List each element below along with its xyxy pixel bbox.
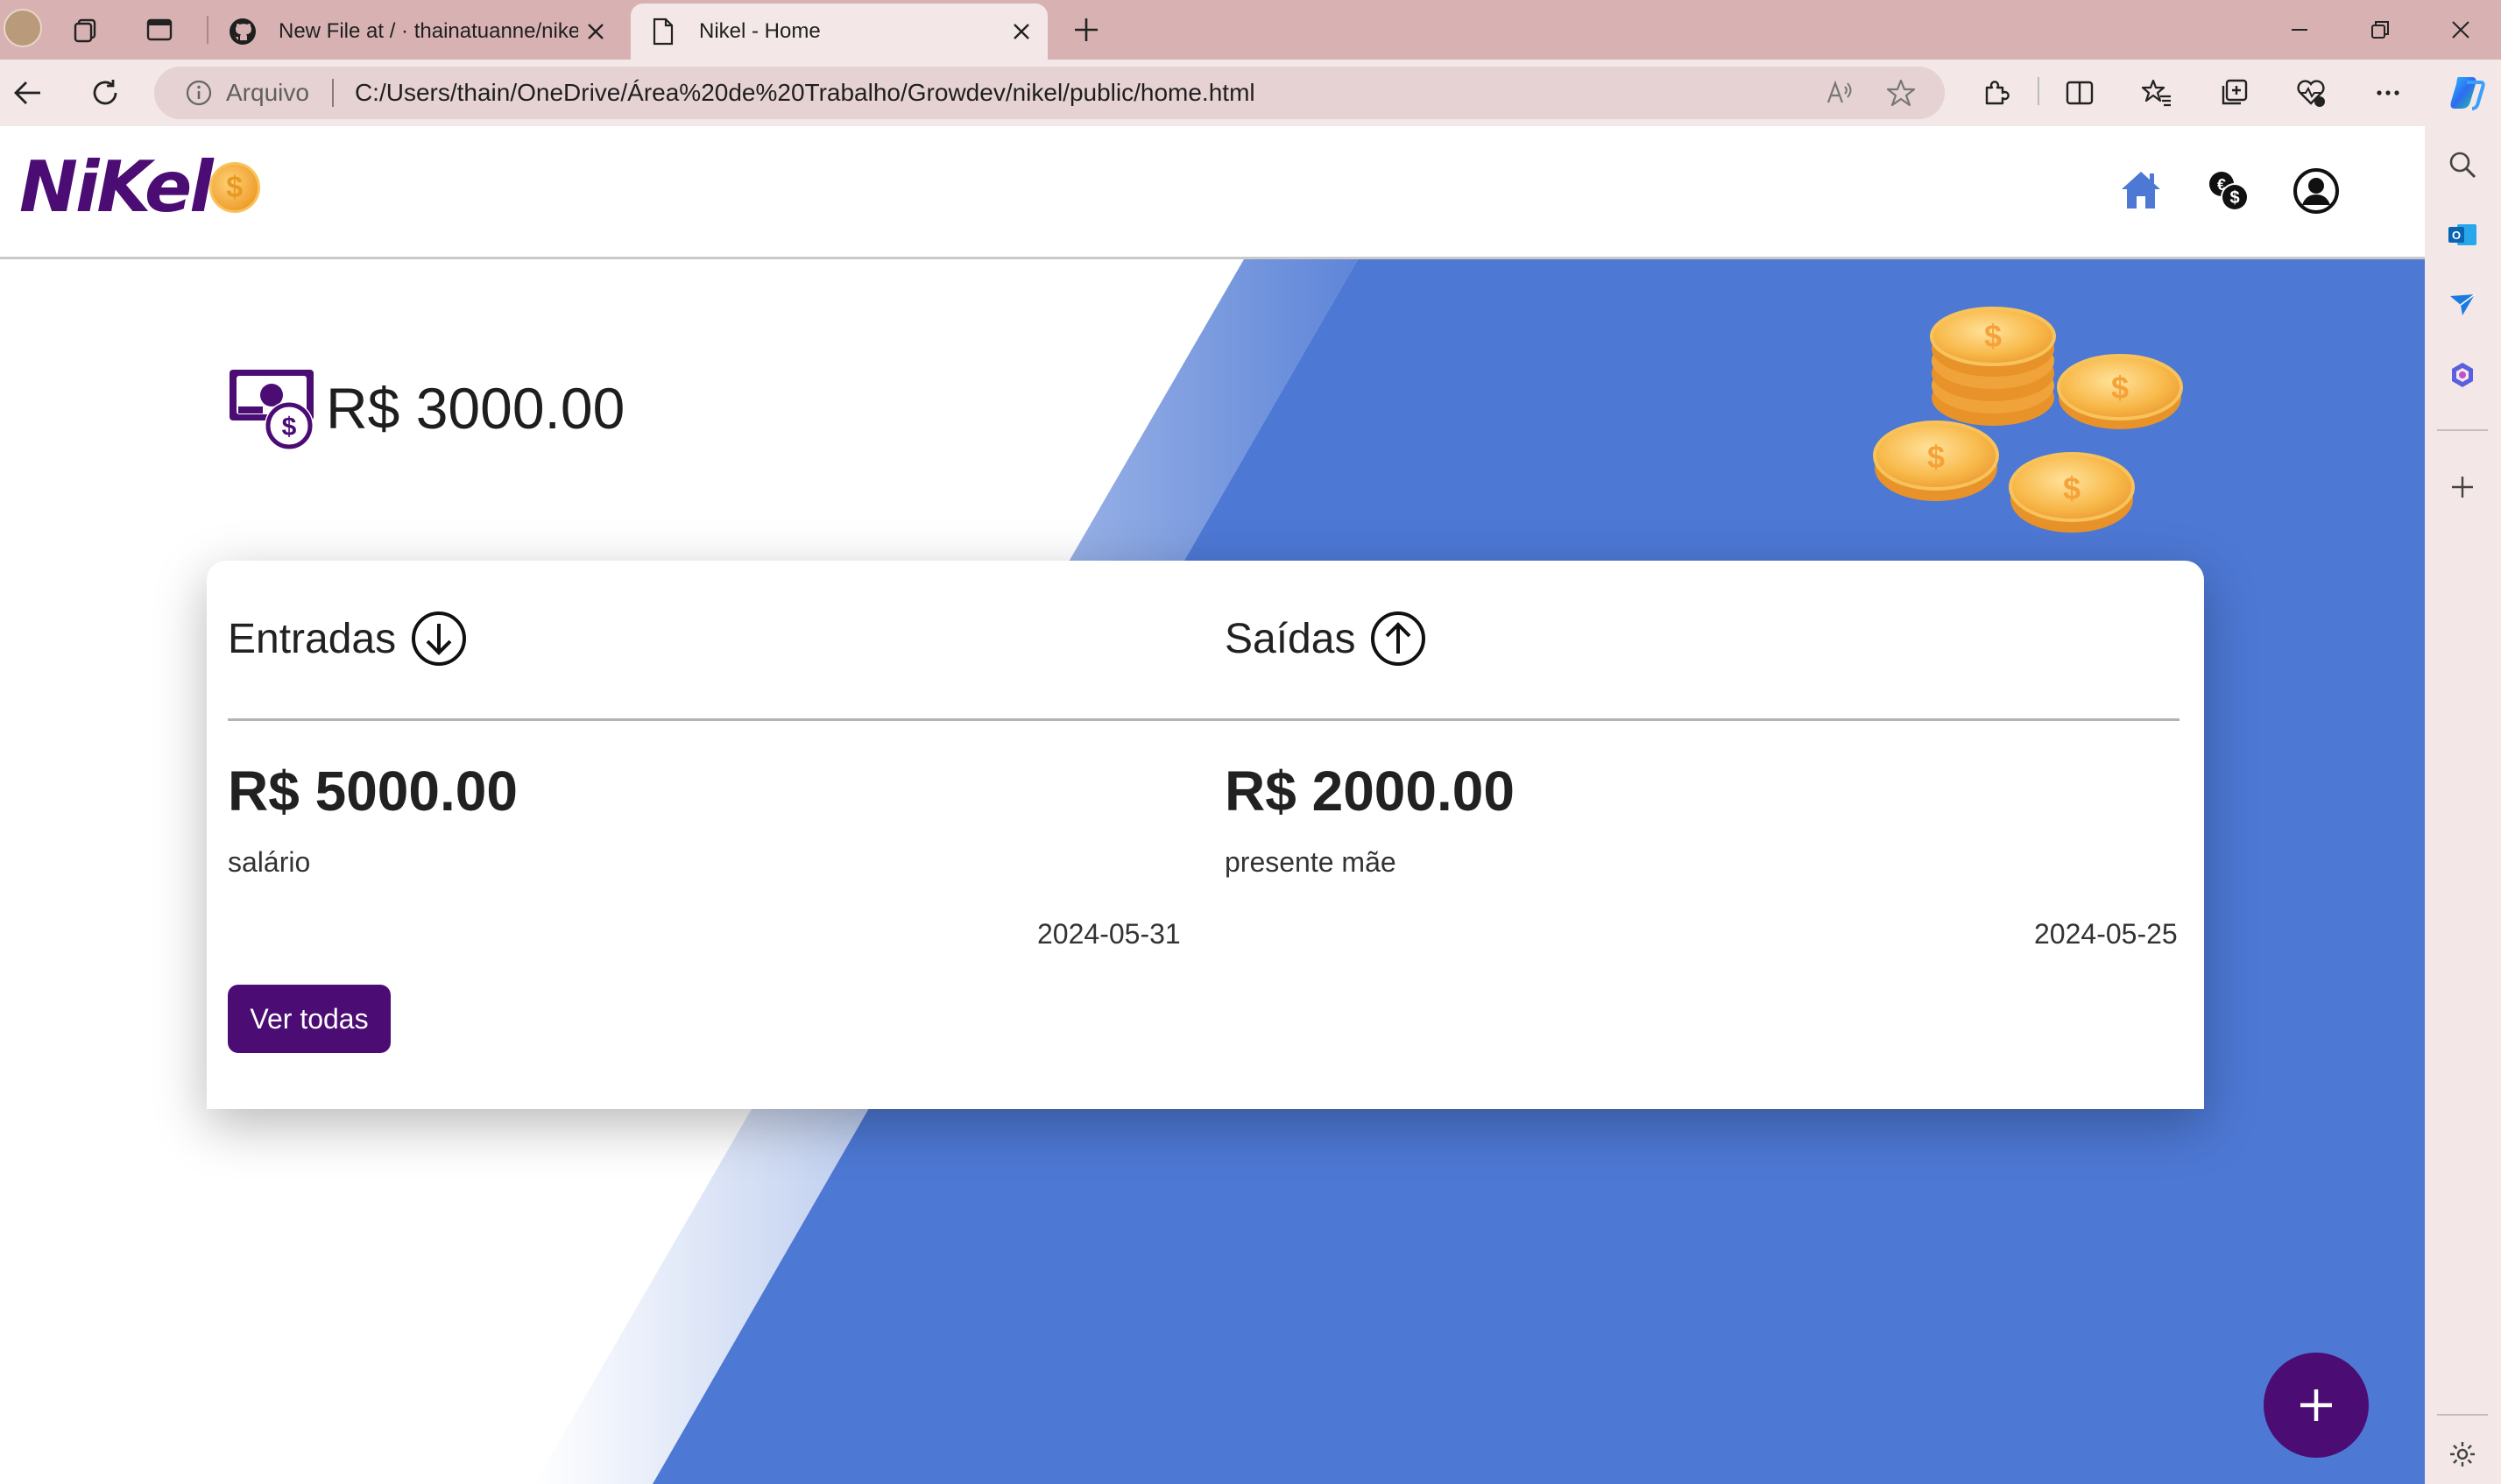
logo-text: NiKel (19, 146, 214, 228)
tab-nikel-home[interactable]: Nikel - Home (631, 4, 1048, 60)
browser-sidebar: O (2425, 126, 2501, 1484)
saidas-date: 2024-05-25 (2034, 918, 2178, 950)
profile-icon[interactable] (2288, 163, 2344, 219)
collections-icon[interactable] (2215, 74, 2253, 112)
nikel-logo[interactable]: NiKel $ (19, 152, 260, 223)
refresh-icon[interactable] (86, 74, 124, 112)
svg-text:$: $ (282, 413, 297, 442)
minimize-icon[interactable] (2278, 12, 2321, 47)
window-close-icon[interactable] (2439, 12, 2483, 47)
balance-summary: $ R$ 3000.00 (226, 363, 625, 454)
close-icon[interactable] (1004, 14, 1039, 49)
workspaces-icon[interactable] (68, 12, 103, 47)
address-divider (331, 79, 334, 107)
profile-avatar[interactable] (4, 9, 42, 47)
card-divider (228, 718, 2180, 721)
info-icon[interactable] (184, 78, 214, 108)
coins-illustration: $ $ $ $ (1873, 307, 2183, 533)
entradas-date: 2024-05-31 (1037, 918, 1181, 950)
page-viewport: NiKel $ € $ $ R$ 3000.00 $ $ $ $ Entrada… (0, 126, 2425, 1484)
outlook-icon[interactable]: O (2443, 216, 2482, 254)
vertical-tabs-icon[interactable] (142, 12, 177, 47)
copilot-icon[interactable] (2444, 70, 2490, 116)
home-icon[interactable] (2113, 163, 2169, 219)
tab-github[interactable]: New File at / · thainatuanne/nikel (210, 4, 622, 60)
tab-title: New File at / · thainatuanne/nikel (279, 19, 578, 43)
plus-icon (2300, 1389, 2332, 1421)
ver-todas-button[interactable]: Ver todas (228, 985, 391, 1053)
send-icon[interactable] (2443, 286, 2482, 324)
url-text[interactable]: C:/Users/thain/OneDrive/Área%20de%20Trab… (355, 79, 1822, 107)
read-aloud-icon[interactable] (1822, 75, 1857, 110)
svg-text:$: $ (2111, 370, 2129, 406)
app-header: NiKel $ € $ (0, 126, 2425, 259)
saidas-description: presente mãe (1225, 846, 1396, 878)
add-transaction-button[interactable] (2264, 1353, 2369, 1458)
back-arrow-icon[interactable] (9, 74, 47, 112)
svg-text:$: $ (2229, 188, 2239, 208)
new-tab-button[interactable] (1069, 12, 1104, 47)
entradas-header: Entradas (228, 610, 468, 668)
sidebar-separator (2437, 429, 2488, 431)
arrow-down-circle-icon (412, 611, 467, 666)
extensions-icon[interactable] (1976, 74, 2015, 112)
svg-text:$: $ (1984, 318, 2002, 354)
arrow-up-circle-icon (1371, 611, 1426, 666)
address-label: Arquivo (226, 79, 309, 106)
entradas-amount: R$ 5000.00 (228, 760, 518, 823)
toolbar-separator (2038, 77, 2039, 105)
address-bar[interactable]: Arquivo C:/Users/thain/OneDrive/Área%20d… (154, 67, 1945, 119)
browser-tab-bar: New File at / · thainatuanne/nikel Nikel… (0, 0, 2501, 60)
browser-toolbar: Arquivo C:/Users/thain/OneDrive/Área%20d… (0, 60, 2501, 126)
more-options-icon[interactable] (2369, 74, 2407, 112)
favorite-star-icon[interactable] (1883, 75, 1918, 110)
restore-icon[interactable] (2358, 12, 2402, 47)
settings-gear-icon[interactable] (2443, 1435, 2482, 1473)
add-icon[interactable] (2443, 468, 2482, 506)
favorites-icon[interactable] (2137, 74, 2176, 112)
tab-title: Nikel - Home (699, 19, 821, 43)
entradas-description: salário (228, 846, 311, 878)
logo-coin-icon: $ (208, 162, 260, 213)
entradas-title: Entradas (228, 615, 397, 662)
tab-separator (207, 16, 208, 44)
saidas-amount: R$ 2000.00 (1225, 760, 1515, 823)
m365-icon[interactable] (2443, 356, 2482, 394)
transactions-icon[interactable]: € $ (2201, 163, 2257, 219)
search-icon[interactable] (2443, 145, 2482, 184)
svg-text:$: $ (2063, 470, 2081, 506)
saidas-title: Saídas (1225, 615, 1356, 662)
sidebar-separator (2437, 1414, 2488, 1416)
money-icon: $ (230, 370, 314, 450)
browser-essentials-icon[interactable] (2292, 74, 2330, 112)
svg-text:$: $ (1927, 439, 1945, 475)
github-icon (228, 17, 258, 46)
split-screen-icon[interactable] (2060, 74, 2099, 112)
balance-value: R$ 3000.00 (326, 376, 625, 441)
close-icon[interactable] (578, 14, 613, 49)
saidas-header: Saídas (1225, 610, 1427, 668)
file-icon (648, 17, 678, 46)
svg-text:O: O (2452, 229, 2461, 242)
transactions-card: Entradas Saídas R$ 5000.00 salário 2024-… (207, 561, 2204, 1109)
